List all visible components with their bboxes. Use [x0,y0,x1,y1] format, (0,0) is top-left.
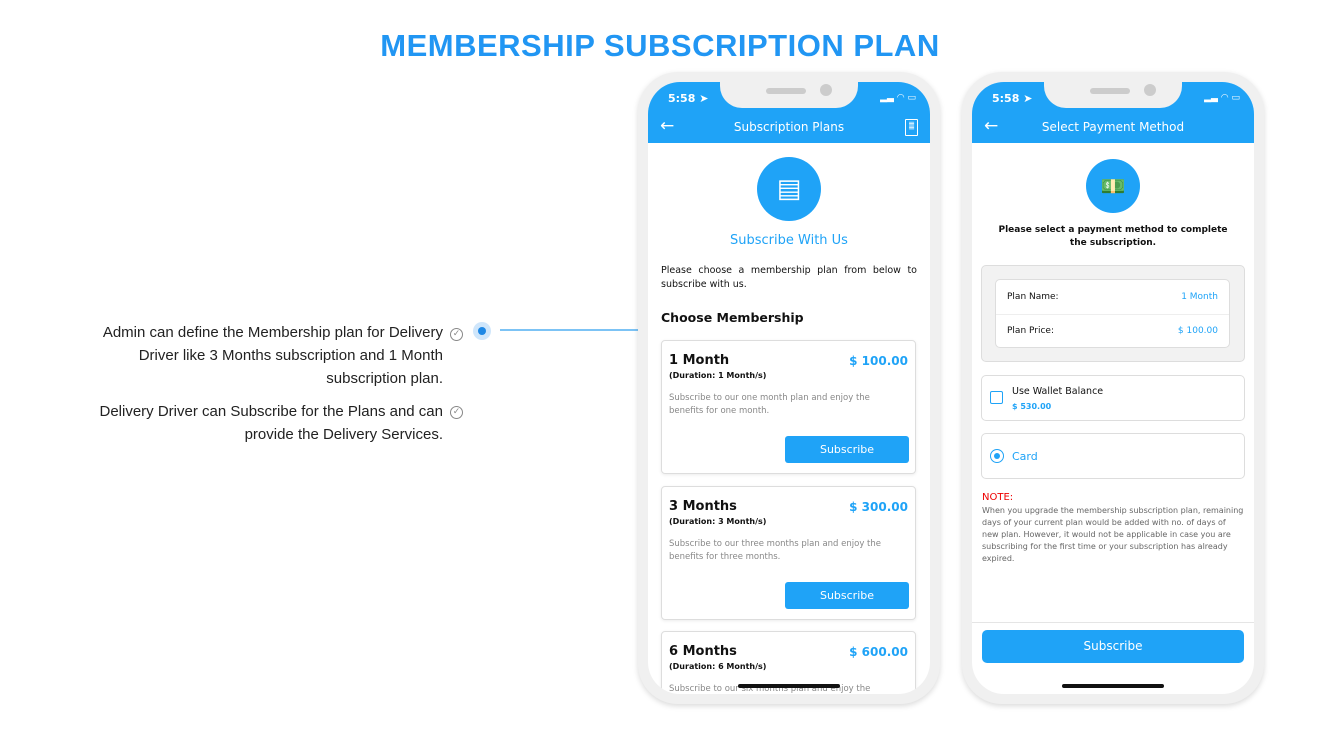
plan-price: $ 100.00 [849,354,908,368]
intro-text: Please select a payment method to comple… [998,225,1228,248]
plan-description: Subscribe to our one month plan and enjo… [669,393,870,416]
plan-name: 6 Months [669,644,737,659]
plan-name: 3 Months [669,499,737,514]
plan-price-value: $ 100.00 [1177,326,1218,336]
plan-summary: Plan Name: 1 Month Plan Price: $ 100.00 [981,265,1245,362]
plan-price-label: Plan Price: [1007,326,1054,336]
plan-card: 1 Month $ 100.00 (Duration: 1 Month/s) S… [661,340,916,474]
feature-1: Admin can define the Membership plan for… [102,324,443,387]
page-title: MEMBERSHIP SUBSCRIPTION PLAN [380,28,940,63]
app-header: 5:58 ➤ ▂▃ ◠ ▭ ← Subscription Plans ≡ ≡ [648,82,930,143]
card-label: Card [1012,450,1038,463]
card-option[interactable]: Card [981,433,1245,479]
check-circle-icon: ✓ [450,328,463,341]
plan-duration: (Duration: 6 Month/s) [669,662,767,671]
plan-name-value: 1 Month [1181,292,1218,302]
plan-price: $ 300.00 [849,500,908,514]
plan-duration: (Duration: 3 Month/s) [669,517,767,526]
cash-hand-icon: 💵 [1086,159,1140,213]
plan-description: Subscribe to our three months plan and e… [669,539,881,562]
wallet-balance: $ 530.00 [1012,402,1052,411]
plan-name: 1 Month [669,353,730,368]
home-indicator [738,684,840,688]
plan-card: 3 Months $ 300.00 (Duration: 3 Month/s) … [661,486,916,620]
wallet-checkbox[interactable] [990,391,1003,404]
subscription-illustration-icon: ▤ [757,157,821,221]
phone-subscription-plans: 5:58 ➤ ▂▃ ◠ ▭ ← Subscription Plans ≡ ≡ ▤ … [638,72,940,704]
phone-payment-method: 5:58 ➤ ▂▃ ◠ ▭ ← Select Payment Method 💵 … [962,72,1264,704]
card-radio[interactable] [990,449,1004,463]
status-time: 5:58 ➤ [992,92,1033,105]
feature-2: Delivery Driver can Subscribe for the Pl… [99,403,444,443]
plan-name-label: Plan Name: [1007,292,1059,302]
header-title: Select Payment Method [1041,120,1185,134]
receipt-icon[interactable]: ≡ ≡ [905,119,918,136]
check-circle-icon: ✓ [450,406,463,419]
connector-line [500,329,640,331]
intro-text: Please choose a membership plan from bel… [661,265,917,290]
note-text: When you upgrade the membership subscrip… [982,506,1244,563]
plan-duration: (Duration: 1 Month/s) [669,371,767,380]
subscribe-button[interactable]: Subscribe [785,582,909,609]
header-title: Subscription Plans [733,120,845,134]
status-icons: ▂▃ ◠ ▭ [1204,93,1240,103]
section-heading: Subscribe With Us [730,233,848,248]
choose-membership-heading: Choose Membership [661,310,804,325]
subscribe-button[interactable]: Subscribe [785,436,909,463]
plan-price: $ 600.00 [849,645,908,659]
wallet-label: Use Wallet Balance [1012,386,1104,397]
wallet-option[interactable]: Use Wallet Balance $ 530.00 [981,375,1245,421]
status-icons: ▂▃ ◠ ▭ [880,93,916,103]
home-indicator [1062,684,1164,688]
app-header: 5:58 ➤ ▂▃ ◠ ▭ ← Select Payment Method [972,82,1254,143]
status-time: 5:58 ➤ [668,92,709,105]
note-label: NOTE: [982,492,1014,503]
connector-dot [473,322,491,340]
subscribe-button[interactable]: Subscribe [982,630,1244,663]
